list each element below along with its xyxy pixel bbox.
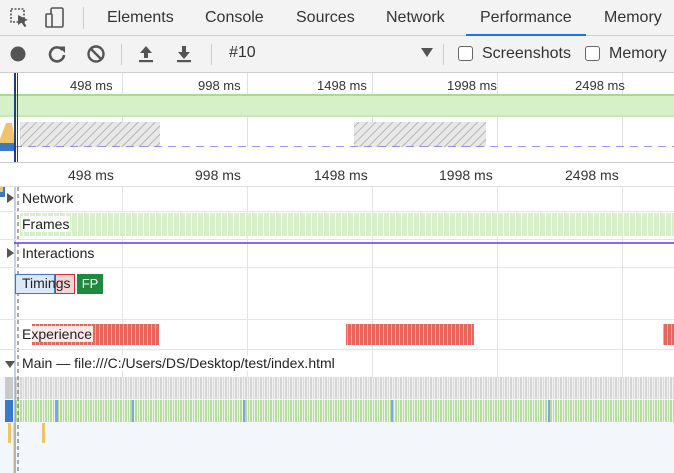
track-main-label[interactable]: Main — file:///C:/Users/DS/Desktop/test/… (21, 355, 336, 371)
track-canvas (0, 187, 674, 473)
device-toolbar-icon[interactable] (44, 6, 68, 30)
tab-separator (83, 7, 84, 29)
toolbar-separator (443, 44, 444, 65)
time-ruler: 498 ms 998 ms 1498 ms 1998 ms 2498 ms (0, 163, 674, 187)
profile-select[interactable]: #10 (229, 44, 256, 62)
track-network-label[interactable]: Network (21, 190, 75, 206)
ruler-tick: 1498 ms (314, 167, 368, 183)
chevron-down-icon[interactable] (421, 48, 433, 57)
track-interactions-label[interactable]: Interactions (21, 245, 96, 261)
screenshots-checkbox[interactable] (458, 46, 473, 61)
track-frames-label[interactable]: Frames (21, 216, 71, 232)
tab-performance[interactable]: Performance (466, 0, 586, 36)
track-experience-label[interactable]: Experience (21, 326, 94, 342)
track-timings-label[interactable]: Timings (21, 275, 72, 291)
upload-icon[interactable] (135, 43, 157, 65)
reload-icon[interactable] (46, 43, 68, 65)
flamechart-tracks[interactable]: Network Frames Interactions Timings FP E… (0, 187, 674, 473)
toolbar-separator (121, 44, 122, 65)
expand-interactions-icon[interactable] (7, 248, 14, 258)
memory-checkbox[interactable] (585, 46, 600, 61)
record-icon[interactable] (7, 43, 29, 65)
fp-marker[interactable]: FP (77, 274, 103, 294)
memory-label[interactable]: Memory (609, 45, 667, 63)
toolbar-separator (211, 44, 212, 65)
tab-sources[interactable]: Sources (296, 0, 355, 36)
tab-elements[interactable]: Elements (107, 0, 174, 36)
ruler-tick: 2498 ms (565, 167, 619, 183)
performance-toolbar: #10 Screenshots Memory (0, 36, 674, 73)
clear-icon[interactable] (85, 43, 107, 65)
ruler-tick: 1998 ms (439, 167, 493, 183)
devtools-tab-bar: Elements Console Sources Network Perform… (0, 0, 674, 36)
collapse-main-icon[interactable] (5, 361, 15, 368)
tab-memory[interactable]: Memory (604, 0, 662, 36)
track-divider (0, 319, 674, 320)
tab-network[interactable]: Network (386, 0, 445, 36)
ruler-tick: 498 ms (68, 167, 114, 183)
track-divider (0, 349, 674, 350)
download-icon[interactable] (173, 43, 195, 65)
overview-graph (0, 73, 674, 162)
track-divider (0, 239, 674, 240)
track-divider (0, 211, 674, 212)
track-divider (0, 267, 674, 268)
timeline-overview[interactable]: 498 ms 998 ms 1498 ms 1998 ms 2498 ms (0, 73, 674, 163)
select-element-icon[interactable] (8, 6, 32, 30)
screenshots-label[interactable]: Screenshots (482, 45, 571, 63)
expand-network-icon[interactable] (7, 193, 14, 203)
ruler-tick: 998 ms (195, 167, 241, 183)
tab-console[interactable]: Console (205, 0, 264, 36)
